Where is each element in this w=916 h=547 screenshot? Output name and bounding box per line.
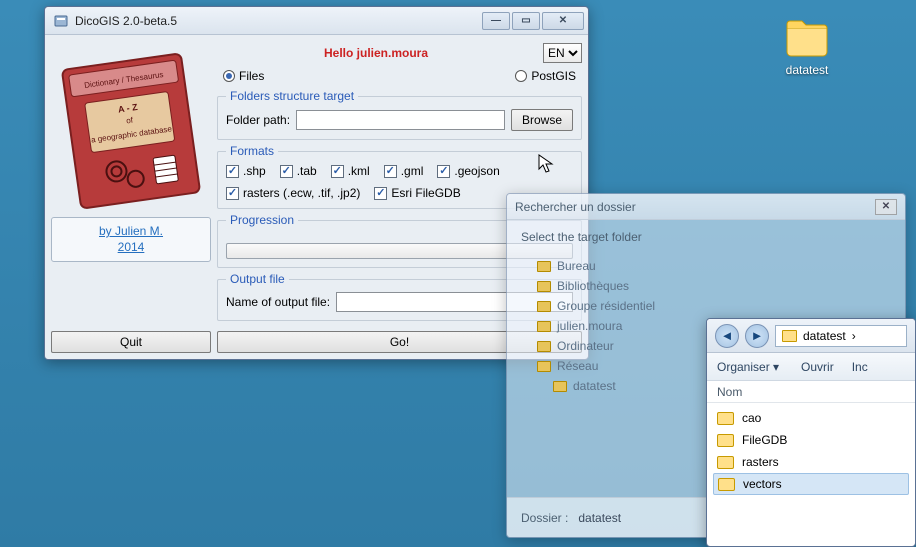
chevron-right-icon: › bbox=[852, 329, 856, 343]
folder-path-input[interactable] bbox=[296, 110, 505, 130]
tree-item[interactable]: Groupe résidentiel bbox=[537, 296, 891, 316]
files-radio[interactable]: Files bbox=[223, 69, 264, 83]
folder-icon bbox=[717, 412, 734, 425]
folder-icon bbox=[537, 321, 551, 332]
browse-close-button[interactable]: ✕ bbox=[875, 199, 897, 215]
credits-box: by Julien M. 2014 bbox=[51, 217, 211, 262]
folder-icon bbox=[537, 361, 551, 372]
organiser-menu[interactable]: Organiser ▾ bbox=[717, 360, 779, 374]
browse-footer-value: datatest bbox=[578, 511, 621, 525]
window-title: DicoGIS 2.0-beta.5 bbox=[75, 14, 482, 28]
folder-icon bbox=[537, 341, 551, 352]
checkbox-icon bbox=[226, 165, 239, 178]
maximize-button[interactable]: ▭ bbox=[512, 12, 540, 30]
explorer-window: ◄ ► datatest › Organiser ▾ Ouvrir Inc No… bbox=[706, 318, 916, 547]
column-header-name[interactable]: Nom bbox=[707, 381, 915, 403]
checkbox-icon bbox=[374, 187, 387, 200]
ouvrir-menu[interactable]: Ouvrir bbox=[797, 360, 834, 374]
address-path: datatest bbox=[803, 329, 846, 343]
postgis-radio[interactable]: PostGIS bbox=[515, 69, 576, 83]
folder-icon bbox=[782, 330, 797, 342]
folders-group: Folders structure target Folder path: Br… bbox=[217, 89, 582, 140]
tree-item[interactable]: Bureau bbox=[537, 256, 891, 276]
tree-item[interactable]: Bibliothèques bbox=[537, 276, 891, 296]
kml-checkbox[interactable]: .kml bbox=[331, 164, 370, 178]
folder-icon bbox=[718, 478, 735, 491]
year-link[interactable]: 2014 bbox=[118, 240, 145, 254]
folder-path-label: Folder path: bbox=[226, 113, 290, 127]
book-illustration: Dictionary / Thesaurus A - Z of a geogra… bbox=[51, 41, 211, 211]
geojson-checkbox[interactable]: .geojson bbox=[437, 164, 499, 178]
quit-button[interactable]: Quit bbox=[51, 331, 211, 353]
esri-checkbox[interactable]: Esri FileGDB bbox=[374, 186, 460, 200]
radio-dot-icon bbox=[515, 70, 527, 82]
folder-icon bbox=[537, 301, 551, 312]
desktop-folder-label: datatest bbox=[772, 63, 842, 77]
checkbox-icon bbox=[437, 165, 450, 178]
output-legend: Output file bbox=[226, 272, 289, 286]
output-label: Name of output file: bbox=[226, 295, 330, 309]
shp-checkbox[interactable]: .shp bbox=[226, 164, 266, 178]
folders-legend: Folders structure target bbox=[226, 89, 358, 103]
close-button[interactable]: ✕ bbox=[542, 12, 584, 30]
folder-icon bbox=[537, 281, 551, 292]
titlebar[interactable]: DicoGIS 2.0-beta.5 — ▭ ✕ bbox=[45, 7, 588, 35]
browse-footer-label: Dossier : bbox=[521, 511, 568, 525]
list-item[interactable]: FileGDB bbox=[713, 429, 909, 451]
app-icon bbox=[53, 13, 69, 29]
list-item[interactable]: vectors bbox=[713, 473, 909, 495]
folder-icon bbox=[717, 434, 734, 447]
forward-button[interactable]: ► bbox=[745, 324, 769, 348]
browse-button[interactable]: Browse bbox=[511, 109, 573, 131]
gml-checkbox[interactable]: .gml bbox=[384, 164, 424, 178]
checkbox-icon bbox=[226, 187, 239, 200]
postgis-radio-label: PostGIS bbox=[531, 69, 576, 83]
checkbox-icon bbox=[280, 165, 293, 178]
folder-icon bbox=[783, 16, 831, 58]
list-item[interactable]: cao bbox=[713, 407, 909, 429]
minimize-button[interactable]: — bbox=[482, 12, 510, 30]
hello-label: Hello julien.moura bbox=[217, 46, 535, 60]
language-select[interactable]: EN bbox=[543, 43, 582, 63]
progression-legend: Progression bbox=[226, 213, 298, 227]
files-radio-label: Files bbox=[239, 69, 264, 83]
address-bar[interactable]: datatest › bbox=[775, 325, 907, 347]
folder-icon bbox=[537, 261, 551, 272]
inc-menu[interactable]: Inc bbox=[852, 360, 868, 374]
desktop-folder-datatest[interactable]: datatest bbox=[772, 16, 842, 77]
rasters-checkbox[interactable]: rasters (.ecw, .tif, .jp2) bbox=[226, 186, 360, 200]
author-link[interactable]: by Julien M. bbox=[99, 224, 163, 238]
checkbox-icon bbox=[331, 165, 344, 178]
folder-icon bbox=[717, 456, 734, 469]
back-button[interactable]: ◄ bbox=[715, 324, 739, 348]
formats-legend: Formats bbox=[226, 144, 278, 158]
browse-dialog-title: Rechercher un dossier bbox=[515, 200, 636, 214]
list-item[interactable]: rasters bbox=[713, 451, 909, 473]
browse-prompt: Select the target folder bbox=[507, 220, 905, 254]
tab-checkbox[interactable]: .tab bbox=[280, 164, 317, 178]
checkbox-icon bbox=[384, 165, 397, 178]
folder-icon bbox=[553, 381, 567, 392]
radio-dot-icon bbox=[223, 70, 235, 82]
